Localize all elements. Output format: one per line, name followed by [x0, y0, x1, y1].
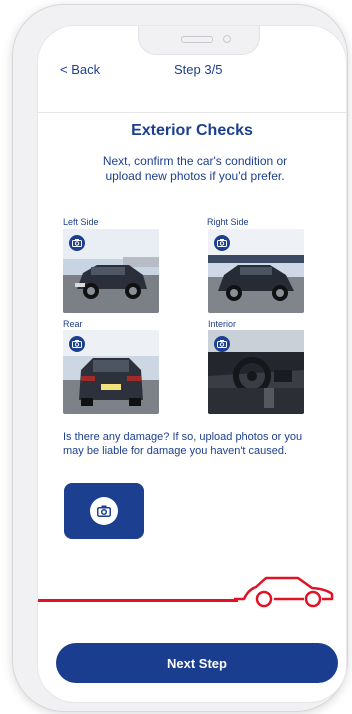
camera-icon	[217, 340, 227, 348]
photo-label-interior: Interior	[208, 319, 237, 329]
car-outline-icon	[234, 576, 334, 608]
rear-camera-button[interactable]	[69, 336, 85, 352]
left-side-camera-button[interactable]	[69, 235, 85, 251]
photo-right-side[interactable]	[208, 229, 304, 313]
front-camera-icon	[223, 35, 231, 43]
speaker-icon	[181, 36, 213, 43]
header-divider	[38, 112, 346, 113]
right-side-camera-button[interactable]	[214, 235, 230, 251]
phone-screen: < Back Step 3/5 Exterior Checks Next, co…	[37, 25, 347, 703]
photo-label-right-side: Right Side	[207, 217, 249, 227]
photo-label-left-side: Left Side	[63, 217, 99, 227]
photo-left-side[interactable]	[63, 229, 159, 313]
camera-icon	[72, 239, 82, 247]
phone-frame: < Back Step 3/5 Exterior Checks Next, co…	[12, 4, 348, 712]
upload-damage-photo-button[interactable]	[64, 483, 144, 539]
photo-interior[interactable]	[208, 330, 304, 414]
next-step-button[interactable]: Next Step	[56, 643, 338, 683]
progress-road-line	[38, 599, 238, 602]
camera-icon	[72, 340, 82, 348]
top-nav: < Back Step 3/5	[38, 56, 346, 113]
upload-icon-circle	[90, 497, 118, 525]
camera-icon	[217, 239, 227, 247]
damage-prompt: Is there any damage? If so, upload photo…	[63, 431, 303, 457]
interior-camera-button[interactable]	[214, 336, 230, 352]
phone-notch	[138, 26, 260, 55]
step-indicator: Step 3/5	[174, 62, 223, 77]
back-button[interactable]: < Back	[60, 62, 100, 77]
photo-label-rear: Rear	[63, 319, 83, 329]
camera-icon	[97, 505, 111, 517]
photo-rear[interactable]	[63, 330, 159, 414]
page-subtitle: Next, confirm the car's condition or upl…	[102, 154, 288, 183]
page-title: Exterior Checks	[131, 122, 253, 139]
